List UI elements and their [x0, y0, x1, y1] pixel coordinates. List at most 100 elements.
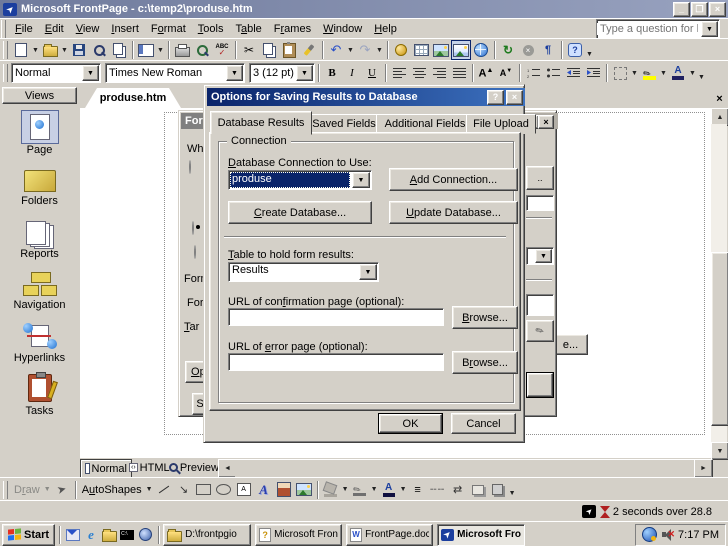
ok-button-outer[interactable]: OK	[378, 413, 443, 434]
browse-confirmation-button[interactable]: Browse...	[452, 306, 518, 329]
ask-a-question-input[interactable]	[597, 23, 701, 35]
view-item-reports[interactable]: Reports	[0, 221, 79, 260]
form-dialog-close-button[interactable]: ×	[538, 115, 554, 129]
undo-dropdown-icon[interactable]: ▼	[346, 47, 355, 54]
create-database-button[interactable]: Create Database...	[228, 201, 372, 224]
fill-color-dropdown-icon[interactable]: ▼	[341, 486, 350, 493]
insert-picture-button[interactable]	[431, 40, 451, 60]
italic-button[interactable]: I	[342, 63, 362, 83]
autoshapes-menu-button[interactable]: AutoShapes	[79, 484, 145, 496]
underline-button[interactable]: U	[362, 63, 382, 83]
show-all-button[interactable]: ¶	[538, 40, 558, 60]
font-size-dropdown-icon[interactable]: ▼	[296, 65, 313, 81]
ask-question-dropdown-icon[interactable]: ▼	[701, 21, 718, 37]
numbered-list-button[interactable]: 12	[523, 63, 543, 83]
default-button-fragment[interactable]	[526, 372, 554, 398]
field-fragment[interactable]	[526, 294, 554, 316]
combo-dropdown-icon[interactable]: ▼	[535, 249, 552, 263]
table-dropdown-icon[interactable]: ▼	[359, 264, 377, 280]
line-color-dropdown-icon[interactable]: ▼	[370, 486, 379, 493]
align-right-button[interactable]	[429, 63, 449, 83]
oval-button[interactable]	[214, 480, 234, 500]
line-style-button[interactable]: ≡	[408, 480, 428, 500]
bulleted-list-button[interactable]	[543, 63, 563, 83]
menu-tools[interactable]: Tools	[192, 21, 230, 37]
arrow-button[interactable]: ↘	[174, 480, 194, 500]
send-to-database-radio[interactable]	[192, 221, 194, 235]
line-button[interactable]	[154, 480, 174, 500]
restore-button[interactable]: ❐	[691, 2, 708, 17]
view-item-hyperlinks[interactable]: Hyperlinks	[0, 323, 79, 364]
font-color-button[interactable]: A	[668, 63, 688, 83]
decrease-indent-button[interactable]	[563, 63, 583, 83]
new-page-button[interactable]	[11, 40, 31, 60]
align-left-button[interactable]	[389, 63, 409, 83]
font-size-combo[interactable]: 3 (12 pt) ▼	[249, 63, 315, 83]
select-objects-button[interactable]: ➤	[52, 480, 72, 500]
hscroll-right-button[interactable]: ►	[694, 459, 713, 478]
bold-button[interactable]: B	[322, 63, 342, 83]
update-database-button[interactable]: Update Database...	[389, 201, 518, 224]
error-url-input[interactable]	[228, 353, 444, 371]
cut-button[interactable]: ✂	[239, 40, 259, 60]
menu-table[interactable]: Table	[229, 21, 267, 37]
view-item-page[interactable]: Page	[0, 110, 79, 156]
font-color-dropdown-icon[interactable]: ▼	[399, 486, 408, 493]
clip-art-button[interactable]	[274, 480, 294, 500]
target-frame-pencil-button[interactable]: ✎	[526, 320, 554, 342]
stop-button[interactable]: ×	[518, 40, 538, 60]
drawing-button[interactable]	[451, 40, 471, 60]
help-button[interactable]: ?	[565, 40, 585, 60]
menu-window[interactable]: Window	[317, 21, 368, 37]
autoshapes-dropdown-icon[interactable]: ▼	[145, 486, 154, 493]
menu-frames[interactable]: Frames	[268, 21, 317, 37]
tab-additional-fields[interactable]: Additional Fields	[376, 114, 474, 134]
toolbar-options-icon[interactable]: ▼	[585, 51, 594, 58]
menu-help[interactable]: Help	[368, 21, 403, 37]
vscroll-thumb[interactable]	[711, 252, 728, 426]
menu-view[interactable]: View	[70, 21, 106, 37]
volume-muted-icon[interactable]: ✕	[661, 528, 674, 541]
dash-style-button[interactable]: ╌╌	[428, 480, 448, 500]
browse-error-button[interactable]: Browse...	[452, 351, 518, 374]
send-to-other-radio[interactable]	[194, 245, 196, 259]
menu-file[interactable]: File	[9, 21, 39, 37]
open-dropdown-icon[interactable]: ▼	[60, 47, 69, 54]
taskbar-button-frontpage-active[interactable]: Microsoft Front...	[437, 524, 525, 546]
quicklaunch-outlook-express[interactable]	[64, 525, 82, 545]
view-item-folders[interactable]: Folders	[0, 170, 79, 207]
connection-combo[interactable]: produse ▼	[228, 170, 372, 190]
document-tab[interactable]: produse.htm	[85, 88, 181, 108]
clock[interactable]: 7:17 PM	[678, 529, 719, 541]
undo-button[interactable]: ↶	[326, 40, 346, 60]
search-button[interactable]	[89, 40, 109, 60]
tab-file-upload[interactable]: File Upload	[466, 114, 536, 134]
view-item-tasks[interactable]: Tasks	[0, 374, 79, 417]
add-connection-button[interactable]: Add Connection...	[389, 168, 518, 191]
increase-indent-button[interactable]	[583, 63, 603, 83]
quicklaunch-show-desktop[interactable]	[100, 525, 118, 545]
quicklaunch-media-player[interactable]	[136, 525, 154, 545]
connection-dropdown-icon[interactable]: ▼	[352, 172, 370, 188]
save-button[interactable]	[69, 40, 89, 60]
format-painter-button[interactable]	[299, 40, 319, 60]
borders-dropdown-icon[interactable]: ▼	[630, 70, 639, 77]
hscroll-track[interactable]	[235, 459, 694, 477]
draw-menu-button[interactable]: Draw	[11, 484, 43, 496]
fill-color-button[interactable]	[321, 480, 341, 500]
toggle-pane-button[interactable]	[136, 40, 156, 60]
menu-format[interactable]: Format	[145, 21, 192, 37]
print-button[interactable]	[172, 40, 192, 60]
start-button[interactable]: Start	[2, 524, 55, 546]
taskbar-button-frontpage-help[interactable]: ? Microsoft FrontP...	[255, 524, 342, 546]
quicklaunch-internet-explorer[interactable]: e	[82, 525, 100, 545]
combo-fragment[interactable]: ▼	[526, 247, 554, 265]
redo-button[interactable]: ↷	[355, 40, 375, 60]
dialog-title-bar[interactable]: Options for Saving Results to Database ?…	[207, 88, 525, 106]
new-page-dropdown-icon[interactable]: ▼	[31, 47, 40, 54]
page-button-fragment[interactable]: e...	[553, 334, 588, 355]
paste-button[interactable]	[279, 40, 299, 60]
font-color-button[interactable]: A	[379, 480, 399, 500]
insert-hyperlink-button[interactable]	[471, 40, 491, 60]
spelling-button[interactable]: ABC ✓	[212, 40, 232, 60]
